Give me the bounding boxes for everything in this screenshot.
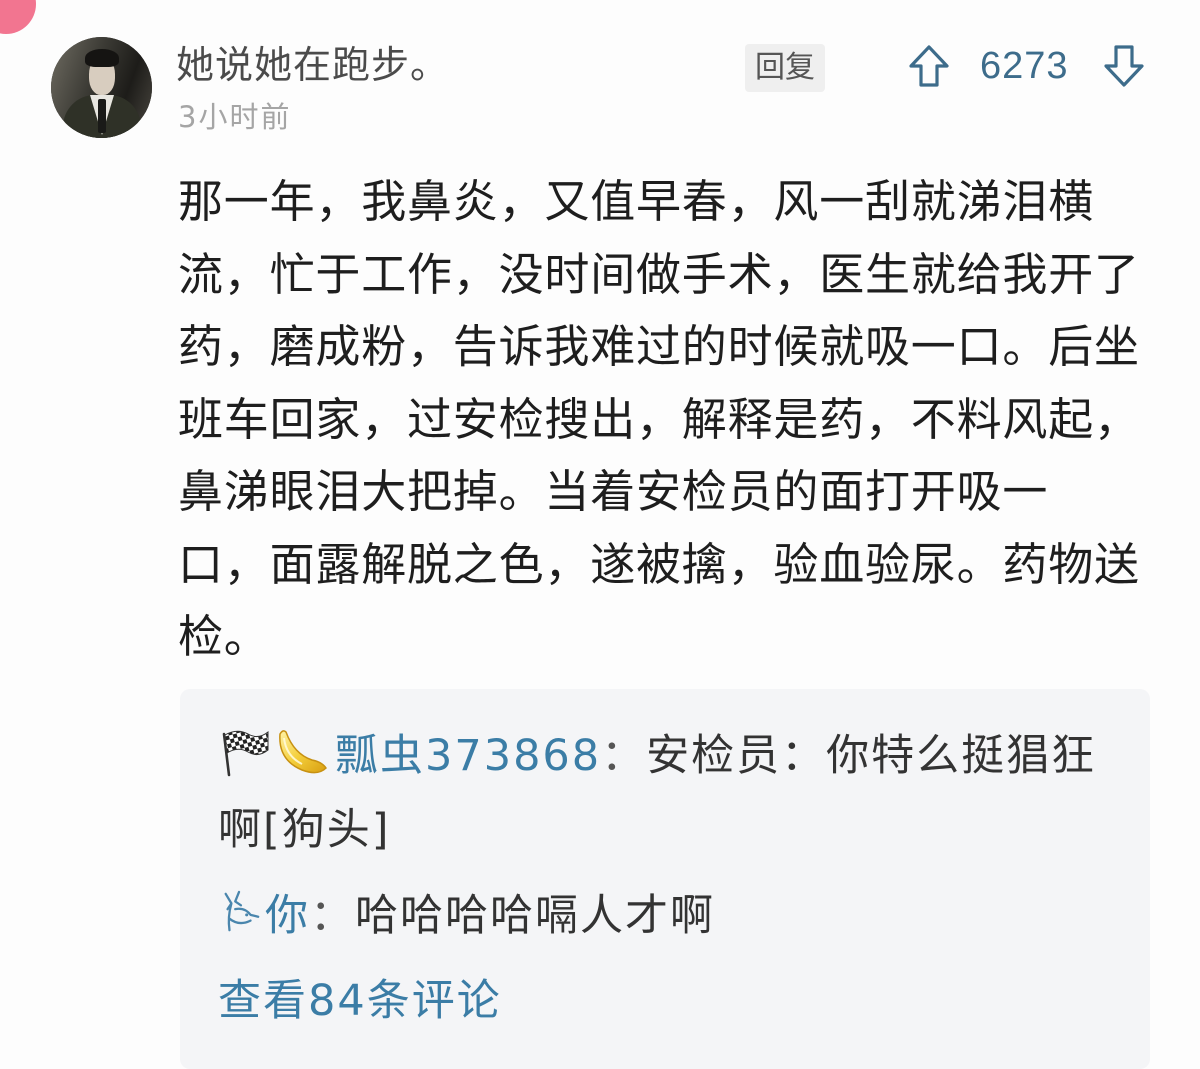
comment-body-line: 班车回家，过安检搜出，解释是药，不料风起， [178, 392, 1140, 446]
banana-badge-icon [279, 730, 327, 774]
comment-body-line: 流，忙于工作，没时间做手术，医生就给我开了 [178, 247, 1140, 301]
avatar-tie [98, 99, 106, 133]
reply-separator: ： [310, 891, 355, 941]
comment-body-line: 口，面露解脱之色，遂被擒，验血验尿。药物送 [178, 537, 1140, 591]
checkered-flag-icon [222, 730, 269, 777]
view-more-row: 查看84条评论 [218, 960, 502, 1034]
reply-item: 瓢虫373868 ： 安检员：你特么挺猖狂 [218, 715, 1096, 789]
antler-badge-icon [224, 890, 260, 932]
view-more-comments-link[interactable]: 查看84条评论 [218, 966, 502, 1028]
avatar[interactable] [51, 37, 152, 138]
pink-badge-icon [0, 0, 36, 34]
reply-author[interactable]: 瓢虫373868 [335, 721, 601, 783]
comment-body-line: 药，磨成粉，告诉我难过的时候就吸一口。后坐 [178, 320, 1140, 373]
comment-timestamp: 3小时前 [178, 100, 292, 134]
comment-body-line: 鼻涕眼泪大把掉。当着安检员的面打开吸一 [178, 465, 1049, 518]
reply-button[interactable]: 回复 [745, 44, 825, 92]
vote-count: 6273 [980, 45, 1069, 87]
reply-text: 啊[狗头] [218, 805, 391, 855]
downvote-arrow-icon[interactable] [1103, 44, 1145, 88]
reply-author[interactable]: 你 [265, 881, 310, 943]
reply-text: 哈哈哈哈嗝人才啊 [355, 891, 715, 941]
comment-body: 那一年，我鼻炎，又值早春，风一刮就涕泪横 流，忙于工作，没时间做手术，医生就给我… [178, 166, 1140, 674]
reply-item-continued: 啊[狗头] [218, 789, 391, 863]
reply-separator: ： [601, 731, 647, 781]
avatar-hair [85, 49, 119, 67]
upvote-arrow-icon[interactable] [908, 44, 950, 88]
reply-text: 安检员：你特么挺猖狂 [646, 731, 1097, 781]
comment-body-line: 检。 [178, 610, 270, 663]
comment-body-line: 那一年，我鼻炎，又值早春，风一刮就涕泪横 [178, 175, 1095, 228]
replies-panel: 瓢虫373868 ： 安检员：你特么挺猖狂 啊[狗头] 你 ： 哈哈哈哈嗝人才啊… [180, 689, 1150, 1069]
reply-item: 你 ： 哈哈哈哈嗝人才啊 [218, 875, 715, 949]
comment-author[interactable]: 她说她在跑步。 [176, 40, 449, 90]
